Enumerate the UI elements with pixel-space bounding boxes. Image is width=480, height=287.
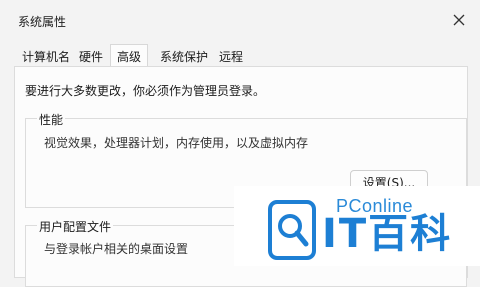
tab-remote[interactable]: 远程: [219, 48, 243, 65]
user-profiles-title: 用户配置文件: [37, 218, 114, 235]
tab-computer-name[interactable]: 计算机名: [22, 48, 70, 65]
close-button[interactable]: [446, 8, 472, 32]
user-profiles-description: 与登录帐户相关的桌面设置: [44, 242, 189, 256]
window-title: 系统属性: [18, 15, 67, 29]
close-icon: [453, 14, 465, 26]
tab-system-protection[interactable]: 系统保护: [160, 48, 208, 65]
watermark-brand: IT百科: [322, 211, 453, 257]
tab-hardware[interactable]: 硬件: [79, 48, 103, 65]
performance-description: 视觉效果，处理器计划，内存使用，以及虚拟内存: [44, 136, 309, 150]
tab-bar: 计算机名 硬件 高级 系统保护 远程: [0, 40, 480, 71]
performance-title: 性能: [37, 111, 66, 128]
title-bar: 系统属性: [0, 0, 480, 40]
magnifier-logo-icon: [268, 200, 316, 260]
admin-notice: 要进行大多数更改，你必须作为管理员登录。: [25, 84, 266, 98]
